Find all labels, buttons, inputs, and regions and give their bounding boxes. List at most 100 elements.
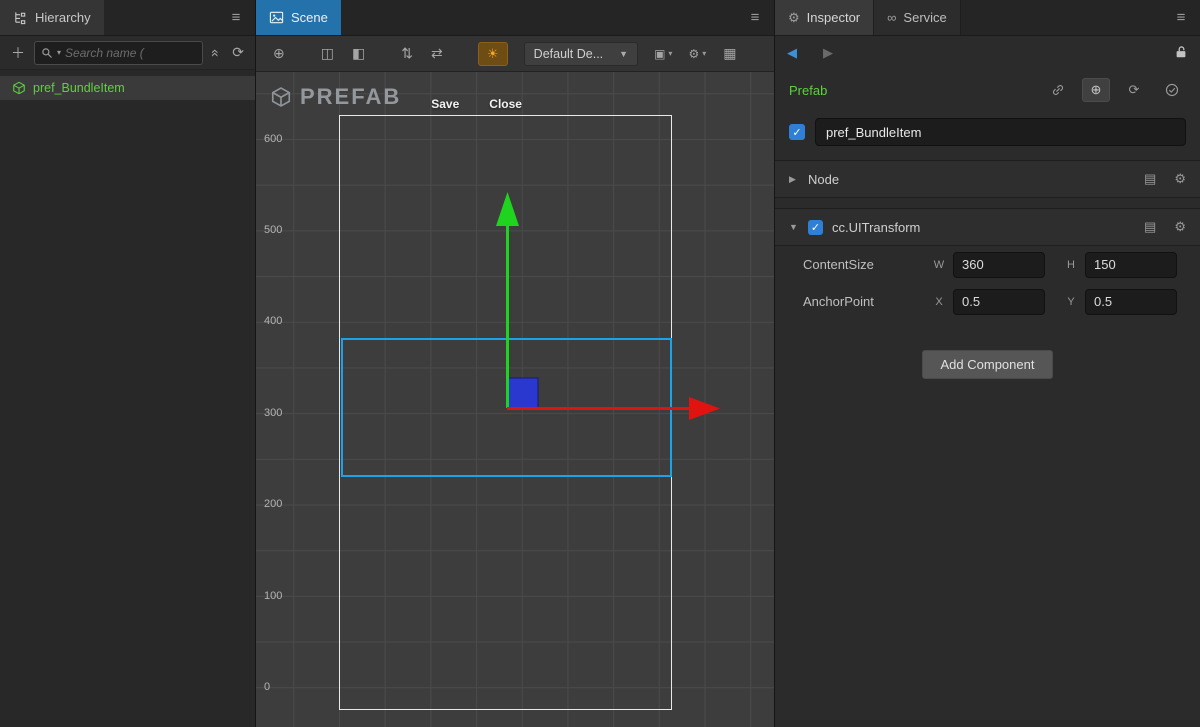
tab-scene[interactable]: Scene (256, 0, 341, 35)
help-doc-icon[interactable]: ▤ (1144, 171, 1156, 187)
history-forward-icon[interactable]: ▶ (823, 45, 833, 61)
help-doc-icon[interactable]: ▤ (1144, 219, 1156, 235)
scene-menu-icon[interactable]: ≡ (736, 0, 774, 35)
node-section-header[interactable]: ▶ Node ▤ ⚙ (775, 160, 1200, 198)
distribute-horizontal-icon[interactable]: ⇄ (424, 45, 450, 62)
hierarchy-menu-icon[interactable]: ≡ (217, 0, 255, 35)
editor-window: Hierarchy ≡ ＋ ▾ « ⟳ pref_BundleItem (0, 0, 1200, 727)
tab-inspector[interactable]: ⚙ Inspector (775, 0, 873, 35)
x-axis-label: X (933, 296, 945, 308)
scene-toolbar: ⊕ ◫ ◧ ⇅ ⇄ ☀ Default De... ▼ ▣ ▾ ⚙ ▾ ▦ (256, 36, 774, 72)
tab-inspector-label: Inspector (807, 10, 860, 25)
search-filter-caret-icon[interactable]: ▾ (57, 48, 61, 57)
prefab-watermark-label: PREFAB (300, 84, 401, 110)
search-icon (41, 47, 53, 59)
contentsize-width-input[interactable] (953, 252, 1045, 278)
locate-prefab-asset-icon[interactable]: ⊕ (1082, 78, 1110, 102)
contentsize-height-input[interactable] (1085, 252, 1177, 278)
scene-tabbar: Scene ≡ (256, 0, 774, 36)
layers-icon: ▣ (654, 47, 665, 61)
prefab-asset-label: Prefab (789, 83, 827, 98)
gizmo-plane-handle[interactable] (508, 378, 538, 408)
width-axis-label: W (933, 259, 945, 271)
anchorpoint-label: AnchorPoint (803, 294, 925, 309)
inspector-tabbar: ⚙ Inspector ∞ Service ≡ (775, 0, 1200, 36)
prefab-edit-bar: PREFAB Save Close (270, 84, 522, 111)
node-settings-gear-icon[interactable]: ⚙ (1174, 171, 1186, 187)
anchorpoint-y-input[interactable] (1085, 289, 1177, 315)
align-right-icon[interactable]: ◧ (345, 45, 372, 62)
anchorpoint-row: AnchorPoint X Y (775, 283, 1200, 320)
inspector-nav-row: ◀ ▶ (775, 36, 1200, 70)
tab-service-label: Service (903, 10, 946, 25)
prefab-save-button[interactable]: Save (431, 97, 459, 111)
service-icon: ∞ (887, 10, 896, 25)
add-component-button[interactable]: Add Component (922, 350, 1054, 379)
unlink-prefab-icon[interactable] (1044, 78, 1072, 102)
hierarchy-panel: Hierarchy ≡ ＋ ▾ « ⟳ pref_BundleItem (0, 0, 256, 727)
inspector-panel: ⚙ Inspector ∞ Service ≡ ◀ ▶ Prefab ⊕ (775, 0, 1200, 727)
anchorpoint-x-input[interactable] (953, 289, 1045, 315)
uitransform-enabled-checkbox[interactable]: ✓ (808, 220, 823, 235)
prefab-close-button[interactable]: Close (489, 97, 522, 111)
tab-hierarchy-label: Hierarchy (35, 10, 91, 25)
gear-icon: ⚙ (788, 10, 800, 26)
chevron-down-icon: ▾ (702, 49, 706, 58)
layers-dropdown[interactable]: ▣ ▾ (648, 47, 678, 61)
node-name-input[interactable] (815, 118, 1186, 146)
node-section-label: Node (808, 172, 839, 187)
uitransform-section-header[interactable]: ▼ ✓ cc.UITransform ▤ ⚙ (775, 208, 1200, 246)
uitransform-section-label: cc.UITransform (832, 220, 920, 235)
hierarchy-toolbar: ＋ ▾ « ⟳ (0, 36, 255, 70)
prefab-cube-icon (270, 86, 292, 108)
component-settings-gear-icon[interactable]: ⚙ (1174, 219, 1186, 235)
hierarchy-icon (13, 10, 28, 25)
prefab-asset-row: Prefab ⊕ ⟳ (775, 70, 1200, 110)
node-active-checkbox[interactable]: ✓ (789, 124, 805, 140)
y-axis-label: Y (1065, 296, 1077, 308)
zoom-tool-icon[interactable]: ⊕ (266, 45, 292, 62)
gear-icon: ⚙ (688, 47, 699, 61)
align-left-icon[interactable]: ◫ (314, 45, 341, 62)
gizmo-x-arrowhead-icon[interactable] (689, 397, 720, 420)
scene-panel: Scene ≡ ⊕ ◫ ◧ ⇅ ⇄ ☀ Default De... ▼ ▣ ▾ … (256, 0, 775, 727)
chevron-down-icon: ▾ (668, 49, 672, 58)
inspector-menu-icon[interactable]: ≡ (1162, 0, 1200, 35)
collapse-all-icon[interactable]: « (208, 46, 224, 60)
hierarchy-node-pref-bundleitem[interactable]: pref_BundleItem (0, 76, 255, 100)
prefab-actions: ⊕ ⟳ (1044, 78, 1186, 102)
hierarchy-search-input[interactable] (65, 46, 196, 60)
lock-inspector-icon[interactable] (1174, 45, 1188, 62)
hierarchy-tabbar: Hierarchy ≡ (0, 0, 255, 36)
tab-scene-label: Scene (291, 10, 328, 25)
transform-gizmo (256, 72, 774, 727)
prefab-cube-icon (12, 81, 26, 95)
grid-view-icon[interactable]: ▦ (716, 45, 743, 62)
scene-viewport[interactable]: 600 500 400 300 200 100 0 PREFAB S (256, 72, 774, 727)
contentsize-row: ContentSize W H (775, 246, 1200, 283)
device-mode-value: Default De... (534, 47, 603, 61)
add-component-row: Add Component (775, 320, 1200, 409)
chevron-right-icon[interactable]: ▶ (789, 174, 799, 185)
node-name-row: ✓ (775, 110, 1200, 160)
chevron-down-icon[interactable]: ▼ (789, 222, 799, 232)
chevron-down-icon: ▼ (619, 49, 628, 59)
contentsize-label: ContentSize (803, 257, 925, 272)
refresh-hierarchy-icon[interactable]: ⟳ (229, 44, 247, 61)
tab-service[interactable]: ∞ Service (873, 0, 961, 35)
tab-hierarchy[interactable]: Hierarchy (0, 0, 104, 35)
create-node-button[interactable]: ＋ (8, 43, 28, 63)
revert-prefab-icon[interactable]: ⟳ (1120, 78, 1148, 102)
distribute-vertical-icon[interactable]: ⇅ (394, 45, 420, 62)
height-axis-label: H (1065, 259, 1077, 271)
gizmo-light-toggle[interactable]: ☀ (478, 42, 508, 66)
hierarchy-search-box[interactable]: ▾ (34, 41, 203, 65)
light-icon: ☀ (487, 46, 499, 62)
gizmo-y-arrowhead-icon[interactable] (496, 192, 519, 226)
device-mode-dropdown[interactable]: Default De... ▼ (524, 42, 638, 66)
apply-prefab-icon[interactable] (1158, 78, 1186, 102)
scene-image-icon (269, 10, 284, 25)
hierarchy-node-label: pref_BundleItem (33, 81, 125, 95)
scene-settings-dropdown[interactable]: ⚙ ▾ (682, 47, 712, 61)
history-back-icon[interactable]: ◀ (787, 45, 797, 61)
